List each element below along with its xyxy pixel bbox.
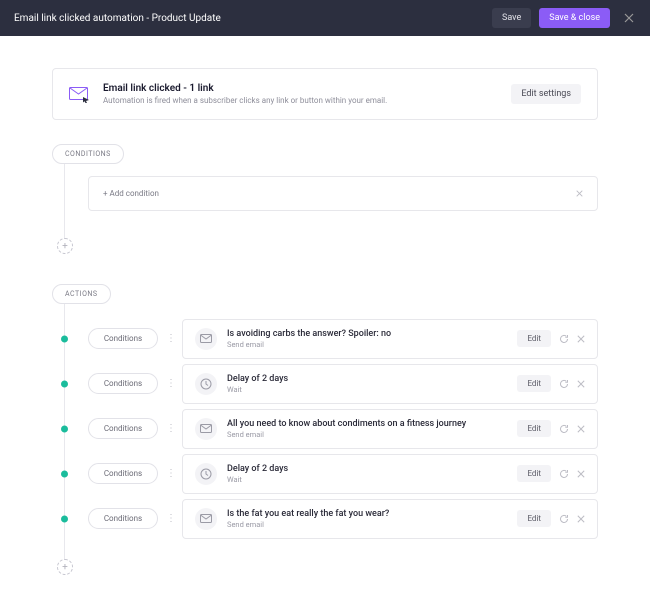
refresh-icon[interactable] (559, 424, 569, 434)
trigger-card: Email link clicked - 1 link Automation i… (52, 68, 598, 120)
drag-handle-icon[interactable]: ⋮ (166, 423, 174, 434)
conditions-button[interactable]: Conditions (88, 328, 158, 349)
conditions-block: CONDITIONS + Add condition + (52, 144, 598, 254)
status-dot (61, 380, 68, 387)
edit-action-button[interactable]: Edit (517, 465, 551, 482)
add-condition-label: + Add condition (103, 189, 159, 198)
edit-action-button[interactable]: Edit (517, 420, 551, 437)
conditions-button[interactable]: Conditions (88, 508, 158, 529)
trigger-subtitle: Automation is fired when a subscriber cl… (103, 96, 497, 105)
action-row: Conditions ⋮ Delay of 2 daysWait Edit (52, 451, 598, 496)
mail-click-icon (69, 87, 89, 102)
refresh-icon[interactable] (559, 379, 569, 389)
trigger-title: Email link clicked - 1 link (103, 83, 497, 94)
save-close-button[interactable]: Save & close (539, 8, 610, 28)
conditions-button[interactable]: Conditions (88, 373, 158, 394)
edit-trigger-button[interactable]: Edit settings (511, 84, 581, 104)
edit-action-button[interactable]: Edit (517, 375, 551, 392)
delete-icon[interactable] (577, 380, 585, 388)
drag-handle-icon[interactable]: ⋮ (166, 513, 174, 524)
action-title: Is avoiding carbs the answer? Spoiler: n… (227, 329, 507, 339)
edit-action-button[interactable]: Edit (517, 330, 551, 347)
drag-handle-icon[interactable]: ⋮ (166, 468, 174, 479)
refresh-icon[interactable] (559, 334, 569, 344)
action-title: Delay of 2 days (227, 374, 507, 384)
status-dot (61, 515, 68, 522)
action-card: All you need to know about condiments on… (182, 409, 598, 449)
action-title: Delay of 2 days (227, 464, 507, 474)
conditions-label: CONDITIONS (52, 144, 124, 164)
drag-handle-icon[interactable]: ⋮ (166, 333, 174, 344)
delete-icon[interactable] (577, 335, 585, 343)
mail-icon (195, 418, 217, 440)
status-dot (61, 335, 68, 342)
clock-icon (195, 373, 217, 395)
mail-icon (195, 328, 217, 350)
action-card: Is avoiding carbs the answer? Spoiler: n… (182, 319, 598, 359)
clock-icon (195, 463, 217, 485)
save-button[interactable]: Save (492, 8, 531, 28)
action-card: Is the fat you eat really the fat you we… (182, 499, 598, 539)
mail-icon (195, 508, 217, 530)
remove-condition-icon[interactable] (576, 190, 583, 197)
action-title: All you need to know about condiments on… (227, 419, 507, 429)
action-card: Delay of 2 daysWait Edit (182, 454, 598, 494)
conditions-button[interactable]: Conditions (88, 418, 158, 439)
add-step-button[interactable]: + (57, 238, 73, 254)
action-subtitle: Wait (227, 385, 507, 394)
action-title: Is the fat you eat really the fat you we… (227, 509, 507, 519)
header: Email link clicked automation - Product … (0, 0, 650, 36)
action-row: Conditions ⋮ Is avoiding carbs the answer?… (52, 316, 598, 361)
add-action-button[interactable]: + (57, 559, 73, 575)
delete-icon[interactable] (577, 425, 585, 433)
drag-handle-icon[interactable]: ⋮ (166, 378, 174, 389)
delete-icon[interactable] (577, 515, 585, 523)
delete-icon[interactable] (577, 470, 585, 478)
conditions-button[interactable]: Conditions (88, 463, 158, 484)
refresh-icon[interactable] (559, 469, 569, 479)
action-row: Conditions ⋮ Delay of 2 daysWait Edit (52, 361, 598, 406)
actions-block: ACTIONS Conditions ⋮ Is avoiding carbs the… (52, 284, 598, 575)
action-subtitle: Send email (227, 520, 507, 529)
close-icon[interactable] (622, 11, 636, 25)
edit-action-button[interactable]: Edit (517, 510, 551, 527)
header-actions: Save Save & close (492, 8, 636, 28)
action-subtitle: Wait (227, 475, 507, 484)
action-row: Conditions ⋮ Is the fat you eat really the… (52, 496, 598, 541)
status-dot (61, 425, 68, 432)
actions-label: ACTIONS (52, 284, 111, 304)
action-card: Delay of 2 daysWait Edit (182, 364, 598, 404)
action-row: Conditions ⋮ All you need to know about co… (52, 406, 598, 451)
action-subtitle: Send email (227, 340, 507, 349)
add-condition-card[interactable]: + Add condition (88, 176, 598, 211)
page-title: Email link clicked automation - Product … (14, 13, 221, 24)
status-dot (61, 470, 68, 477)
refresh-icon[interactable] (559, 514, 569, 524)
action-subtitle: Send email (227, 430, 507, 439)
